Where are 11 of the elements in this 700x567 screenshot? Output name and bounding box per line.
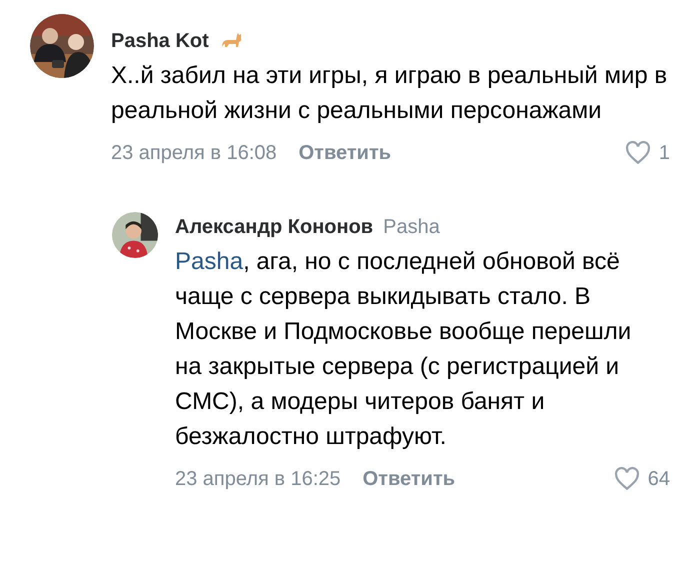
like-count: 64	[648, 467, 670, 492]
heart-icon[interactable]	[624, 141, 651, 165]
mention-link[interactable]: Pasha	[175, 248, 244, 275]
author-name[interactable]: Pasha Kot	[111, 26, 209, 56]
comment-text: Х..й забил на эти игры, я играю в реальный мир в реальной жизни с реальными персонажами	[111, 61, 668, 126]
heart-icon[interactable]	[614, 467, 640, 491]
comment-date: 23 апреля в 16:25	[175, 467, 341, 492]
comment-date: 23 апреля в 16:08	[111, 141, 277, 166]
author-name[interactable]: Александр Кононов	[175, 212, 374, 242]
like-count: 1	[658, 141, 670, 166]
comment-text: Pasha, ага, но с последней обновой всё чаще с сервера выкидывать стало. В Москве и Подмосковье вообще перешли на закрытые сервера (с регистрацией и СМС), а модеры читеров банят и безжалостно штрафуют.	[175, 247, 632, 452]
